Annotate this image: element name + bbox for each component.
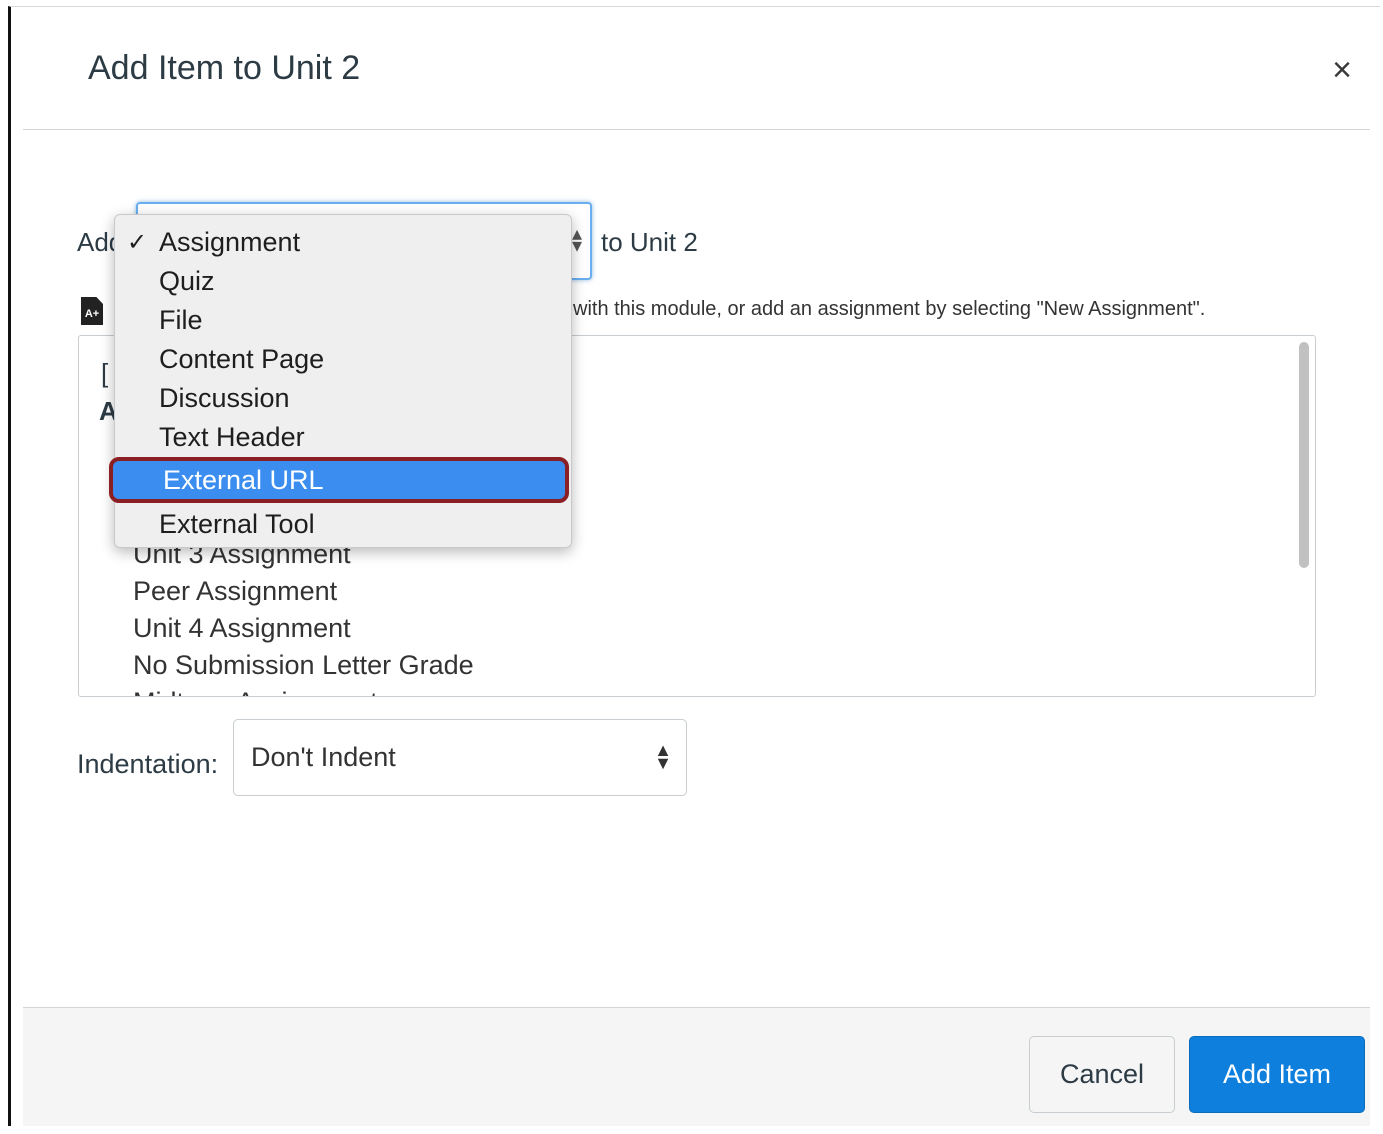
menu-item-label: File	[159, 305, 203, 335]
item-type-dropdown-menu: ✓ Assignment Quiz File Content Page Disc…	[109, 214, 572, 548]
menu-item-discussion[interactable]: Discussion	[115, 379, 571, 418]
menu-item-external-url[interactable]: External URL	[109, 457, 569, 503]
checkmark-icon: ✓	[127, 229, 148, 256]
listbox-option-partial[interactable]: [	[101, 358, 108, 389]
dialog-title: Add Item to Unit 2	[88, 49, 361, 87]
list-item[interactable]: Unit 4 Assignment	[133, 610, 474, 647]
list-item[interactable]: Peer Assignment	[133, 573, 474, 610]
dialog-footer: Cancel Add Item	[23, 1007, 1370, 1126]
indentation-label: Indentation:	[77, 749, 219, 779]
assignment-icon: A+	[81, 297, 103, 325]
menu-item-file[interactable]: File	[115, 301, 571, 340]
indentation-select[interactable]: Don't Indent ▲ ▼	[233, 719, 687, 796]
menu-item-label: Content Page	[159, 344, 325, 374]
listbox-items: Unit 3 Assignment Peer Assignment Unit 4…	[133, 536, 474, 696]
cancel-button[interactable]: Cancel	[1029, 1036, 1175, 1113]
menu-item-assignment[interactable]: ✓ Assignment	[115, 223, 571, 262]
menu-item-content-page[interactable]: Content Page	[115, 340, 571, 379]
select-arrows-icon: ▴ ▾	[571, 223, 582, 257]
indentation-value: Don't Indent	[251, 742, 396, 772]
menu-item-label: External Tool	[159, 509, 315, 539]
menu-item-quiz[interactable]: Quiz	[115, 262, 571, 301]
menu-item-label: External URL	[163, 465, 324, 495]
list-item[interactable]: No Submission Letter Grade	[133, 647, 474, 684]
menu-item-text-header[interactable]: Text Header	[115, 418, 571, 457]
menu-item-label: Discussion	[159, 383, 290, 413]
select-arrows-icon: ▲ ▼	[654, 740, 672, 773]
menu-item-label: Text Header	[159, 422, 305, 452]
help-text: with this module, or add an assignment b…	[573, 298, 1206, 320]
menu-item-external-tool[interactable]: External Tool	[115, 505, 571, 544]
dialog-header: Add Item to Unit 2 ×	[23, 7, 1370, 130]
add-item-dialog: Add Item to Unit 2 × Add ▴ ▾ to Unit 2 A+…	[8, 6, 1380, 1126]
add-item-button[interactable]: Add Item	[1189, 1036, 1365, 1113]
list-item[interactable]: Midterm Assignment	[133, 684, 474, 696]
add-suffix-label: to Unit 2	[601, 227, 698, 257]
menu-item-label: Quiz	[159, 266, 215, 296]
close-icon[interactable]: ×	[1332, 51, 1352, 90]
menu-item-label: Assignment	[159, 227, 301, 257]
listbox-scrollbar[interactable]	[1299, 342, 1309, 568]
